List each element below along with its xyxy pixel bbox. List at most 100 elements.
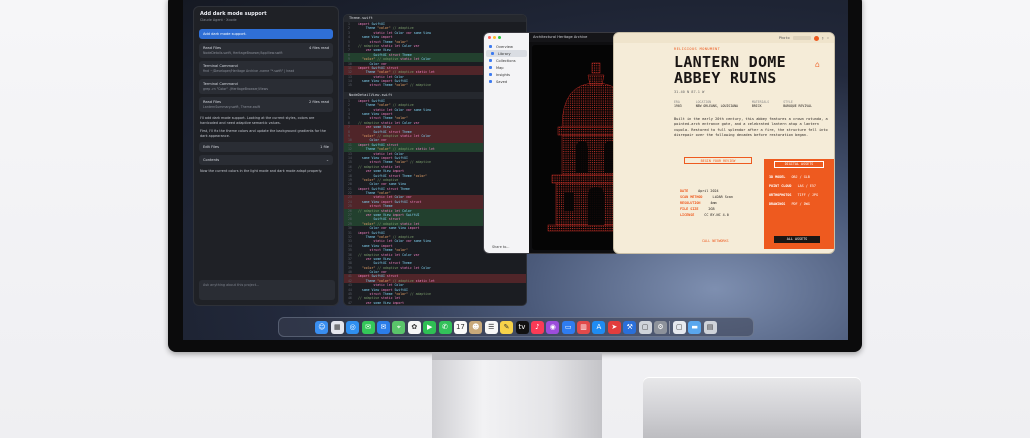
- dock-phone-icon[interactable]: ✆: [438, 320, 452, 334]
- dock-music-icon[interactable]: ♪: [530, 320, 544, 334]
- asset-row[interactable]: 3D MODEL OBJ / GLB: [769, 175, 810, 179]
- asset-row[interactable]: POINT CLOUD LAS / E57: [769, 184, 816, 188]
- dock-maps-icon[interactable]: ⌖: [392, 320, 406, 334]
- sidebar-item-icon: [489, 73, 492, 76]
- window-controls: [484, 33, 529, 43]
- dock-photos-icon[interactable]: ✿: [407, 320, 421, 334]
- editor-file-tab-1[interactable]: Theme.swift: [344, 15, 526, 22]
- tool-card-4[interactable]: Read Files 2 files read LanternSummary.sw…: [199, 97, 333, 112]
- display-stand: [432, 352, 602, 438]
- sidebar-item-saved[interactable]: Saved: [484, 78, 529, 85]
- chat-title: Add dark mode support: [200, 11, 267, 17]
- zoom-dot-icon[interactable]: [498, 36, 501, 39]
- monument-description: Built in the early 20th century, this ab…: [674, 117, 828, 138]
- code-line: 47 var some View import: [348, 300, 405, 305]
- coordinates: 31.40 N 87.1 W: [674, 90, 705, 94]
- monument-title: LANTERN DOME ABBEY RUINS: [674, 54, 786, 86]
- asset-row[interactable]: DRAWINGS PDF / DWG: [769, 202, 810, 206]
- chat-header: Add dark mode support Claude Agent · Xco…: [194, 7, 338, 25]
- chevron-down-icon: ⌄: [325, 158, 329, 163]
- tool-card-detail: NodeDetails.swift, HeritageBrowser/AppVi…: [203, 51, 283, 55]
- tool-card-5[interactable]: Edit Files 1 file: [199, 142, 333, 153]
- tool-card-meta: 4 files read: [308, 46, 329, 50]
- detail-toolbar: Photo ▯ ⇪: [614, 33, 834, 43]
- sidebar-item-label: Overview: [496, 44, 513, 49]
- dock-separator: [669, 320, 671, 334]
- chat-input[interactable]: Ask anything about this project...: [199, 280, 335, 300]
- begin-review-button[interactable]: BEGIN YOUR REVIEW: [684, 157, 752, 164]
- dock-launchpad-icon[interactable]: ▦: [330, 320, 344, 334]
- share-icon[interactable]: ⇪: [827, 36, 829, 40]
- tool-card-meta: 2 files read: [308, 100, 329, 104]
- tool-card-title: Terminal Command: [203, 82, 238, 86]
- dock-contacts-icon[interactable]: ☻: [469, 320, 483, 334]
- title-line-1: LANTERN DOME: [674, 53, 786, 71]
- sidebar-item-label: Saved: [496, 79, 508, 84]
- tool-card-3[interactable]: Terminal Command grep -rn "Color" ./Heri…: [199, 79, 333, 94]
- dock-folder-icon[interactable]: ▬: [688, 320, 702, 334]
- meta-style: STYLE BAROQUE REVIVAL: [783, 100, 812, 108]
- tool-card-title: Read Files: [203, 100, 222, 104]
- title-line-2: ABBEY RUINS: [674, 69, 777, 87]
- dock-tv-icon[interactable]: tv: [515, 320, 529, 334]
- tool-card-title: Edit Files: [203, 145, 219, 150]
- dock-finder-icon[interactable]: ☺: [315, 320, 329, 334]
- agent-summary-2: First, I'll fix the theme colors and upd…: [200, 129, 326, 138]
- dock-numbers-icon[interactable]: ▥: [577, 320, 591, 334]
- dock-preview-icon[interactable]: ▢: [638, 320, 652, 334]
- dock-system-settings-icon[interactable]: ⚙: [654, 320, 668, 334]
- drawing-sidebar: Overview Library Collections Map Insights Sav…: [484, 33, 529, 253]
- badge-icon[interactable]: [813, 35, 819, 41]
- sidebar-item-insights[interactable]: Insights: [484, 71, 529, 78]
- tool-card-2[interactable]: Terminal Command find ~/Developer/Herita…: [199, 61, 333, 76]
- scan-specs: DATE April 2024 SCAN METHOD LiDAR Scan RES…: [680, 188, 742, 218]
- share-button[interactable]: Share to...: [492, 245, 509, 249]
- sidebar-item-overview[interactable]: Overview: [484, 43, 529, 50]
- dock-podcasts-icon[interactable]: ◉: [546, 320, 560, 334]
- asset-row[interactable]: ORTHOPHOTOS TIFF / JPG: [769, 193, 818, 197]
- sidebar-item-map[interactable]: Map: [484, 64, 529, 71]
- call-networks-button[interactable]: CALL NETWORKS: [702, 239, 729, 243]
- tool-card-detail: find ~/Developer/Heritage Archive -name …: [203, 69, 295, 73]
- dock-downloads-icon[interactable]: ▢: [672, 320, 686, 334]
- spec-row: LICENSE CC BY-NC 4.0: [680, 213, 729, 217]
- sidebar-item-library[interactable]: Library: [486, 50, 527, 57]
- dock-safari-icon[interactable]: ◎: [346, 320, 360, 334]
- sidebar-items: Overview Library Collections Map Insights Sav…: [484, 43, 529, 85]
- dock-mail-icon[interactable]: ✉: [376, 320, 390, 334]
- tool-card-title: Read Files: [203, 46, 222, 50]
- dock-trash-icon[interactable]: ▤: [703, 320, 717, 334]
- dock-reminders-icon[interactable]: ☰: [484, 320, 498, 334]
- sidebar-item-icon: [489, 80, 492, 83]
- dock-calendar-icon[interactable]: 17: [453, 320, 467, 334]
- sidebar-item-icon: [489, 59, 492, 62]
- digital-assets-panel: DIGITAL ASSETS 3D MODEL OBJ / GLB POINT …: [764, 159, 834, 249]
- dock-messages-icon[interactable]: ✉: [361, 320, 375, 334]
- dock-facetime-icon[interactable]: ▶: [423, 320, 437, 334]
- toolbar-segment[interactable]: [792, 36, 811, 40]
- contents-card[interactable]: Contents ⌄: [199, 155, 333, 166]
- meta-materials: MATERIALS BRICK: [751, 100, 770, 108]
- sidebar-item-label: Insights: [496, 72, 511, 77]
- minimize-dot-icon[interactable]: [493, 36, 496, 39]
- dock-keynote-icon[interactable]: ▭: [561, 320, 575, 334]
- meta-era: ERA 1903: [674, 100, 682, 108]
- dock-notes-icon[interactable]: ✎: [500, 320, 514, 334]
- mac-studio-box: [643, 377, 861, 438]
- chat-subtitle: Claude Agent · Xcode: [200, 18, 237, 22]
- tool-card-detail: LanternSummary.swift, Theme.swift: [203, 105, 261, 109]
- dock-app-store-icon[interactable]: A: [592, 320, 606, 334]
- close-dot-icon[interactable]: [488, 36, 491, 39]
- bookmark-icon[interactable]: ▯: [822, 36, 824, 40]
- agent-summary-1: I'll add dark mode support. Looking at t…: [200, 116, 315, 125]
- dock-testflight-icon[interactable]: ➤: [607, 320, 621, 334]
- tool-card-detail: grep -rn "Color" ./HeritageBrowser/Views: [203, 87, 269, 91]
- all-assets-button[interactable]: ALL ASSETS: [774, 236, 820, 243]
- sidebar-item-label: Map: [496, 65, 504, 70]
- tool-card-1[interactable]: Read Files 4 files read NodeDetails.swift…: [199, 43, 333, 58]
- dock-xcode-icon[interactable]: ⚒: [623, 320, 637, 334]
- temple-icon: ⌂: [815, 60, 820, 69]
- tool-card-title: Terminal Command: [203, 64, 238, 68]
- sidebar-item-collections[interactable]: Collections: [484, 57, 529, 64]
- heritage-detail-window: Photo ▯ ⇪ RELIGIOUS MONUMENT ⌂ LANTERN D…: [613, 32, 835, 254]
